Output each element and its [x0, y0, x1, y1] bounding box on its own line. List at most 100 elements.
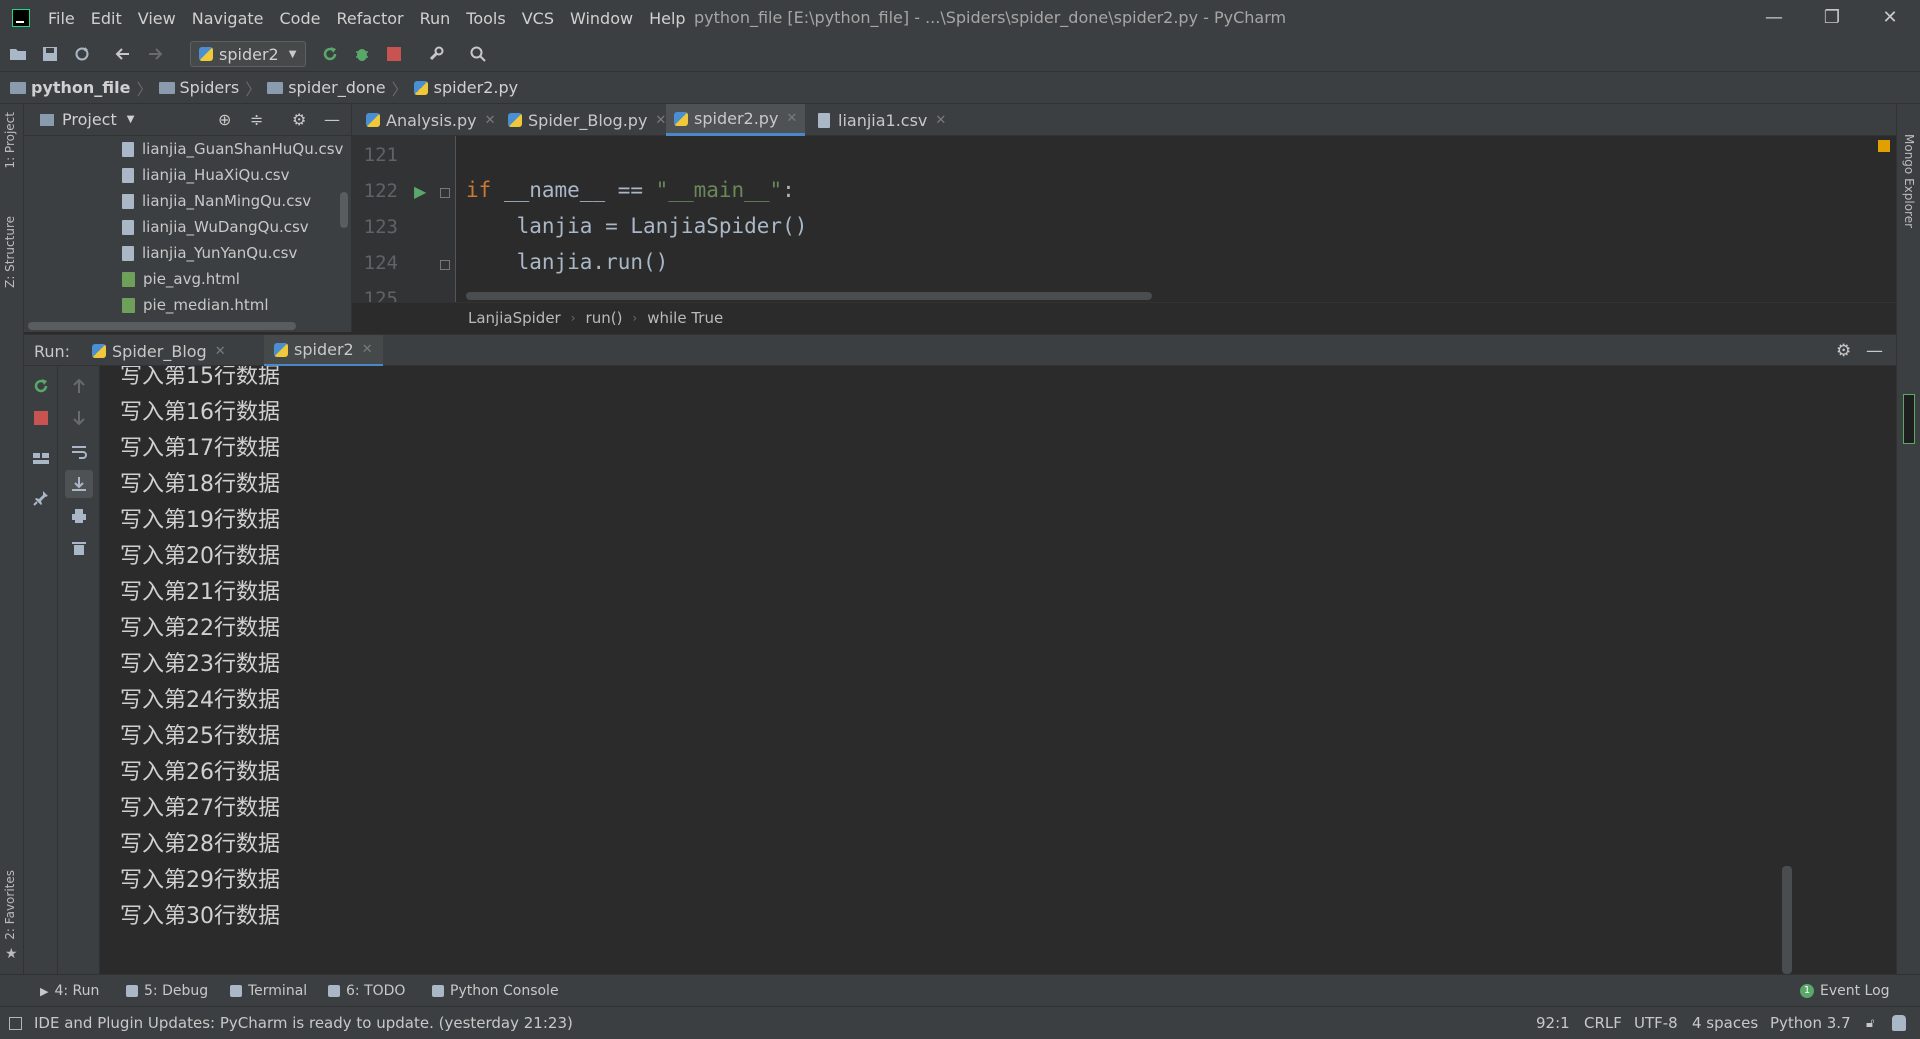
- python-interpreter[interactable]: Python 3.7: [1770, 1014, 1851, 1032]
- tab-analysis-py[interactable]: Analysis.py ✕: [358, 104, 504, 136]
- project-vertical-scrollbar[interactable]: [340, 192, 348, 228]
- forward-arrow-icon[interactable]: [146, 44, 166, 64]
- gear-icon[interactable]: ⚙: [1836, 341, 1851, 361]
- pin-icon[interactable]: [31, 488, 51, 508]
- tool-button-event-log[interactable]: 1 Event Log: [1800, 983, 1890, 999]
- run-console-output[interactable]: 写入第15行数据 写入第16行数据 写入第17行数据 写入第18行数据 写入第1…: [100, 366, 1880, 974]
- menu-view[interactable]: View: [138, 9, 176, 28]
- close-tab-icon[interactable]: ✕: [935, 113, 946, 128]
- close-window-icon[interactable]: ✕: [1878, 6, 1902, 30]
- restore-icon[interactable]: ❐: [1820, 6, 1844, 30]
- scroll-to-end-icon[interactable]: [65, 470, 93, 498]
- hide-panel-icon[interactable]: —: [1866, 341, 1883, 361]
- locate-target-icon[interactable]: ⊕: [218, 110, 231, 129]
- menu-tools[interactable]: Tools: [466, 9, 505, 28]
- tree-item-file[interactable]: lianjia_NanMingQu.csv: [122, 190, 311, 212]
- tool-tab-favorites[interactable]: 2: Favorites: [3, 870, 17, 940]
- layout-icon[interactable]: [31, 448, 51, 468]
- breadcrumb-spider-done[interactable]: spider_done: [267, 78, 386, 97]
- menu-refactor[interactable]: Refactor: [336, 9, 403, 28]
- collapse-all-icon[interactable]: ≑: [250, 110, 263, 129]
- breadcrumb-project[interactable]: python_file: [10, 78, 131, 97]
- status-message[interactable]: IDE and Plugin Updates: PyCharm is ready…: [34, 1014, 573, 1032]
- sync-icon[interactable]: [72, 44, 92, 64]
- menu-code[interactable]: Code: [280, 9, 321, 28]
- tab-spider2-py[interactable]: spider2.py ✕: [666, 104, 806, 136]
- inspector-icon[interactable]: [1892, 1015, 1906, 1031]
- menu-file[interactable]: File: [48, 9, 75, 28]
- breadcrumb-file[interactable]: spider2.py: [413, 78, 518, 97]
- code-editor[interactable]: 121 122 123 124 125 ▶ if __name__ == "__…: [352, 136, 1896, 302]
- run-tab-spider-blog[interactable]: Spider_Blog ✕: [92, 335, 226, 367]
- menu-navigate[interactable]: Navigate: [192, 9, 264, 28]
- toggle-tool-windows-icon[interactable]: [9, 1017, 22, 1030]
- hide-panel-icon[interactable]: —: [324, 110, 340, 129]
- debug-bug-icon[interactable]: [352, 44, 372, 64]
- search-icon[interactable]: [468, 44, 488, 64]
- tool-button-debug[interactable]: 5: Debug: [126, 983, 208, 999]
- breadcrumb-spiders[interactable]: Spiders: [158, 78, 239, 97]
- run-configuration-select[interactable]: spider2 ▼: [190, 41, 306, 67]
- soft-wrap-icon[interactable]: [69, 442, 89, 462]
- tree-item-file[interactable]: lianjia_HuaXiQu.csv: [122, 164, 290, 186]
- tool-button-terminal[interactable]: Terminal: [230, 983, 307, 999]
- down-arrow-icon[interactable]: [69, 408, 89, 428]
- editor-breadcrumb-method[interactable]: run(): [586, 309, 623, 327]
- close-tab-icon[interactable]: ✕: [655, 113, 666, 128]
- chevron-down-icon[interactable]: ▼: [127, 114, 135, 125]
- close-tab-icon[interactable]: ✕: [362, 342, 373, 357]
- open-folder-icon[interactable]: [8, 44, 28, 64]
- file-name: lianjia_WuDangQu.csv: [142, 218, 309, 236]
- menu-help[interactable]: Help: [649, 9, 685, 28]
- caret-position[interactable]: 92:1: [1536, 1014, 1570, 1032]
- tool-tab-mongo-explorer[interactable]: Mongo Explorer: [1902, 134, 1916, 228]
- tool-button-todo[interactable]: 6: TODO: [328, 983, 405, 999]
- project-horizontal-scrollbar[interactable]: [28, 322, 296, 330]
- editor-horizontal-scrollbar[interactable]: [466, 292, 1152, 300]
- rerun-icon[interactable]: [320, 44, 340, 64]
- rerun-icon[interactable]: [31, 376, 51, 396]
- tab-spider-blog-py[interactable]: Spider_Blog.py ✕: [500, 104, 674, 136]
- tool-button-python-console[interactable]: Python Console: [432, 983, 559, 999]
- tree-item-file[interactable]: lianjia_YunYanQu.csv: [122, 242, 297, 264]
- stop-icon[interactable]: [31, 408, 51, 428]
- up-arrow-icon[interactable]: [69, 376, 89, 396]
- close-tab-icon[interactable]: ✕: [215, 344, 226, 359]
- tree-item-file[interactable]: pie_median.html: [122, 294, 269, 316]
- tree-item-file[interactable]: lianjia_GuanShanHuQu.csv: [122, 138, 343, 160]
- tree-item-file[interactable]: lianjia_WuDangQu.csv: [122, 216, 309, 238]
- close-tab-icon[interactable]: ✕: [786, 111, 797, 126]
- stop-icon[interactable]: [384, 44, 404, 64]
- wrench-settings-icon[interactable]: [426, 44, 446, 64]
- trash-icon[interactable]: [69, 538, 89, 558]
- editor-breadcrumb-loop[interactable]: while True: [647, 309, 723, 327]
- console-vertical-scrollbar[interactable]: [1782, 866, 1792, 974]
- menu-vcs[interactable]: VCS: [522, 9, 554, 28]
- file-encoding[interactable]: UTF-8: [1634, 1014, 1678, 1032]
- back-arrow-icon[interactable]: [112, 44, 132, 64]
- editor-breadcrumb-class[interactable]: LanjiaSpider: [468, 309, 561, 327]
- save-icon[interactable]: [40, 44, 60, 64]
- line-separator[interactable]: CRLF: [1584, 1014, 1622, 1032]
- close-tab-icon[interactable]: ✕: [485, 113, 496, 128]
- tool-tab-project[interactable]: 1: Project: [3, 112, 17, 169]
- play-icon: ▶: [40, 984, 49, 998]
- menu-window[interactable]: Window: [570, 9, 633, 28]
- tree-item-file[interactable]: pie_avg.html: [122, 268, 240, 290]
- print-icon[interactable]: [69, 506, 89, 526]
- project-title[interactable]: Project: [62, 110, 117, 129]
- inspection-warning-icon[interactable]: [1878, 140, 1890, 152]
- tool-tab-structure[interactable]: Z: Structure: [3, 216, 17, 288]
- lock-icon[interactable]: 🔓︎: [1866, 1016, 1874, 1031]
- run-tab-spider2[interactable]: spider2 ✕: [264, 335, 383, 367]
- fold-marker-icon[interactable]: [440, 188, 450, 198]
- tool-button-run[interactable]: ▶ 4: Run: [40, 983, 99, 999]
- tab-lianjia1-csv[interactable]: lianjia1.csv ✕: [810, 104, 954, 136]
- gear-icon[interactable]: ⚙: [292, 110, 306, 129]
- indent-setting[interactable]: 4 spaces: [1692, 1014, 1758, 1032]
- minimize-icon[interactable]: —: [1762, 6, 1786, 30]
- fold-marker-icon[interactable]: [440, 260, 450, 270]
- run-gutter-icon[interactable]: ▶: [414, 182, 426, 201]
- menu-run[interactable]: Run: [420, 9, 451, 28]
- menu-edit[interactable]: Edit: [91, 9, 122, 28]
